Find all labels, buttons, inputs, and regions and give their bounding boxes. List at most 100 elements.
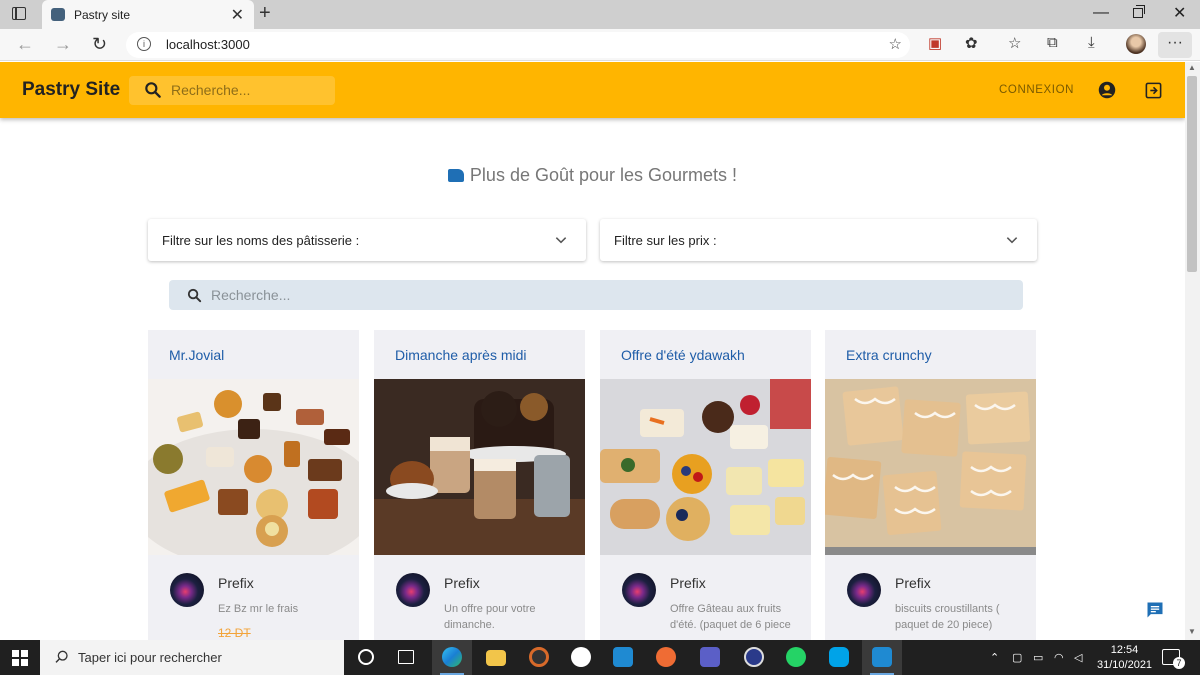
card-title[interactable]: Dimanche après midi: [395, 347, 527, 363]
account-icon[interactable]: [1098, 81, 1116, 99]
tab-title: Pastry site: [74, 8, 131, 22]
edge-taskbar-icon[interactable]: [432, 640, 472, 675]
filter-prices[interactable]: Filtre sur les prix :: [600, 219, 1037, 261]
windows-taskbar: Taper ici pour rechercher ⌃ ▢ ▭ ◠ ◁ 12:5…: [0, 640, 1200, 675]
downloads-icon[interactable]: ⤓: [1088, 34, 1095, 51]
filter-pastry-names[interactable]: Filtre sur les noms des pâtisserie :: [148, 219, 586, 261]
more-menu-icon[interactable]: ···: [1158, 32, 1192, 58]
media-player-icon[interactable]: [519, 640, 559, 675]
battery-icon[interactable]: ▭: [1033, 651, 1043, 664]
tab-actions-icon[interactable]: [12, 7, 26, 20]
minimize-icon[interactable]: —: [1093, 4, 1109, 22]
app-header: Pastry Site CONNEXION: [0, 62, 1185, 118]
taskbar-search-text: Taper ici pour rechercher: [78, 650, 222, 665]
collections-icon[interactable]: ⧉: [1047, 34, 1058, 51]
scroll-thumb[interactable]: [1187, 76, 1197, 272]
browser-tab[interactable]: Pastry site ✕: [42, 0, 254, 29]
favorites-icon[interactable]: ☆: [1008, 34, 1021, 52]
vertical-scrollbar[interactable]: ▲ ▼: [1185, 62, 1200, 640]
site-favicon-icon: [51, 8, 65, 21]
profile-avatar[interactable]: [1126, 34, 1146, 54]
filter-label: Filtre sur les prix :: [614, 233, 717, 248]
pastry-card[interactable]: Dimanche après midi Prefix Un offre pour…: [374, 330, 585, 640]
pastry-search[interactable]: [169, 280, 1023, 310]
browser-tab-bar: Pastry site ✕ + — ✕: [0, 0, 1200, 29]
url-text[interactable]: localhost:3000: [166, 37, 250, 52]
skype-icon[interactable]: [819, 640, 859, 675]
clock-time: 12:54: [1110, 644, 1139, 656]
clock-date: 31/10/2021: [1097, 659, 1153, 671]
search-icon: [55, 650, 68, 663]
pastry-image: [600, 379, 811, 555]
header-search-input[interactable]: [171, 82, 326, 98]
scroll-up-icon[interactable]: ▲: [1188, 63, 1196, 72]
brand-title[interactable]: Pastry Site: [22, 79, 120, 101]
card-description: Un offre pour votre dimanche.: [444, 603, 536, 631]
extensions-icon[interactable]: ✿: [965, 34, 978, 52]
chat-icon[interactable]: [1145, 600, 1165, 620]
windows-start-icon[interactable]: [12, 650, 28, 666]
avatar: [396, 573, 430, 607]
chevron-down-icon[interactable]: [554, 233, 568, 247]
app-icon[interactable]: [734, 640, 774, 675]
card-title[interactable]: Mr.Jovial: [169, 347, 224, 363]
teams-icon[interactable]: [690, 640, 730, 675]
task-view-icon[interactable]: [346, 640, 386, 675]
pastry-image: [148, 379, 359, 555]
forward-icon[interactable]: →: [54, 34, 72, 55]
pastry-card[interactable]: Extra crunchy Prefix biscuits croustilla…: [825, 330, 1036, 640]
vscode-taskbar-icon[interactable]: [603, 640, 643, 675]
login-button[interactable]: CONNEXION: [999, 84, 1074, 96]
card-author: Prefix: [670, 575, 706, 591]
close-tab-icon[interactable]: ✕: [231, 5, 244, 25]
card-description: Ez Bz mr le frais: [218, 603, 299, 615]
chevron-up-icon[interactable]: ⌃: [990, 651, 999, 664]
card-author: Prefix: [444, 575, 480, 591]
pastry-card[interactable]: Mr.Jovial Prefix Ez Bz mr le frais 12 DT: [148, 330, 359, 640]
card-description: biscuits croustillants ( paquet de 20 pi…: [895, 603, 1000, 631]
add-favorite-icon[interactable]: ☆: [889, 35, 902, 53]
vscode-taskbar-icon[interactable]: [862, 640, 902, 675]
app-icon[interactable]: [561, 640, 601, 675]
card-author: Prefix: [895, 575, 931, 591]
filter-label: Filtre sur les noms des pâtisserie :: [162, 233, 360, 248]
device-icon[interactable]: ▢: [1012, 651, 1022, 664]
pastry-search-input[interactable]: [211, 287, 991, 303]
whatsapp-icon[interactable]: [776, 640, 816, 675]
pastry-card[interactable]: Offre d'été ydawakh Prefix Offre Gâteau …: [600, 330, 811, 640]
widgets-icon[interactable]: [386, 640, 426, 675]
tagline-text: Plus de Goût pour les Gourmets !: [469, 165, 738, 185]
url-field[interactable]: i localhost:3000 ☆: [126, 32, 910, 58]
back-icon[interactable]: ←: [16, 34, 34, 55]
refresh-icon[interactable]: ↻: [92, 34, 107, 55]
card-description: Offre Gâteau aux fruits d'été. (paquet d…: [670, 603, 791, 631]
wifi-icon[interactable]: ◠: [1054, 651, 1064, 664]
address-bar-row: ← → ↻ i localhost:3000 ☆ ▣ ✿ ☆ ⧉ ⤓ ···: [0, 29, 1200, 61]
logout-icon[interactable]: [1144, 81, 1163, 100]
file-explorer-icon[interactable]: [476, 640, 516, 675]
extension-icon[interactable]: ▣: [928, 34, 942, 52]
pastry-image: [374, 379, 585, 555]
close-window-icon[interactable]: ✕: [1173, 3, 1186, 23]
avatar: [622, 573, 656, 607]
notification-count: 7: [1173, 657, 1185, 669]
site-info-icon[interactable]: i: [137, 37, 151, 51]
header-search[interactable]: [129, 76, 335, 105]
postman-icon[interactable]: [646, 640, 686, 675]
card-title[interactable]: Extra crunchy: [846, 347, 932, 363]
restore-icon[interactable]: [1133, 5, 1145, 18]
avatar: [847, 573, 881, 607]
avatar: [170, 573, 204, 607]
card-price: 12 DT: [218, 626, 251, 640]
scroll-down-icon[interactable]: ▼: [1188, 627, 1196, 636]
card-title[interactable]: Offre d'été ydawakh: [621, 347, 745, 363]
pastry-image: [825, 379, 1036, 555]
card-author: Prefix: [218, 575, 254, 591]
new-tab-icon[interactable]: +: [259, 2, 271, 25]
chevron-down-icon[interactable]: [1005, 233, 1019, 247]
volume-icon[interactable]: ◁: [1074, 651, 1082, 664]
search-icon: [145, 82, 161, 98]
taskbar-clock[interactable]: 12:54 31/10/2021: [1097, 643, 1152, 673]
taskbar-search[interactable]: Taper ici pour rechercher: [40, 640, 344, 675]
page-viewport: Pastry Site CONNEXION Plus de Goût pour …: [0, 62, 1185, 640]
